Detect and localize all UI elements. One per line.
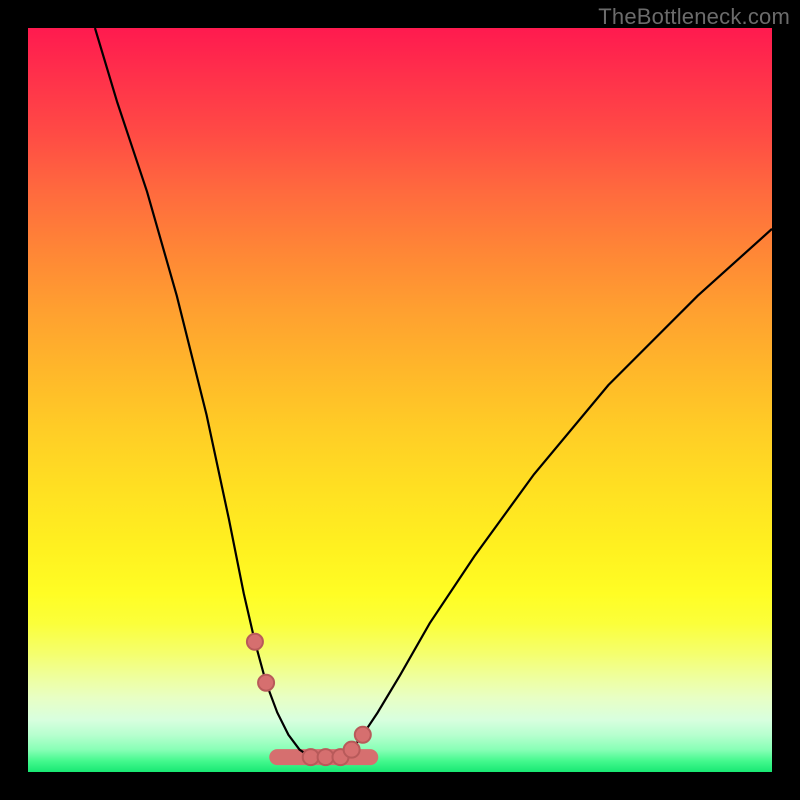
marker-dot bbox=[258, 675, 274, 691]
chart-frame: TheBottleneck.com bbox=[0, 0, 800, 800]
marker-dot bbox=[344, 742, 360, 758]
marker-dot bbox=[355, 727, 371, 743]
marker-group bbox=[247, 634, 371, 765]
plot-area bbox=[28, 28, 772, 772]
curve-left-branch bbox=[95, 28, 311, 757]
watermark-text: TheBottleneck.com bbox=[598, 4, 790, 30]
marker-dot bbox=[247, 634, 263, 650]
marker-dot bbox=[303, 749, 319, 765]
marker-dot bbox=[318, 749, 334, 765]
curve-right-branch bbox=[340, 229, 772, 757]
chart-svg bbox=[28, 28, 772, 772]
